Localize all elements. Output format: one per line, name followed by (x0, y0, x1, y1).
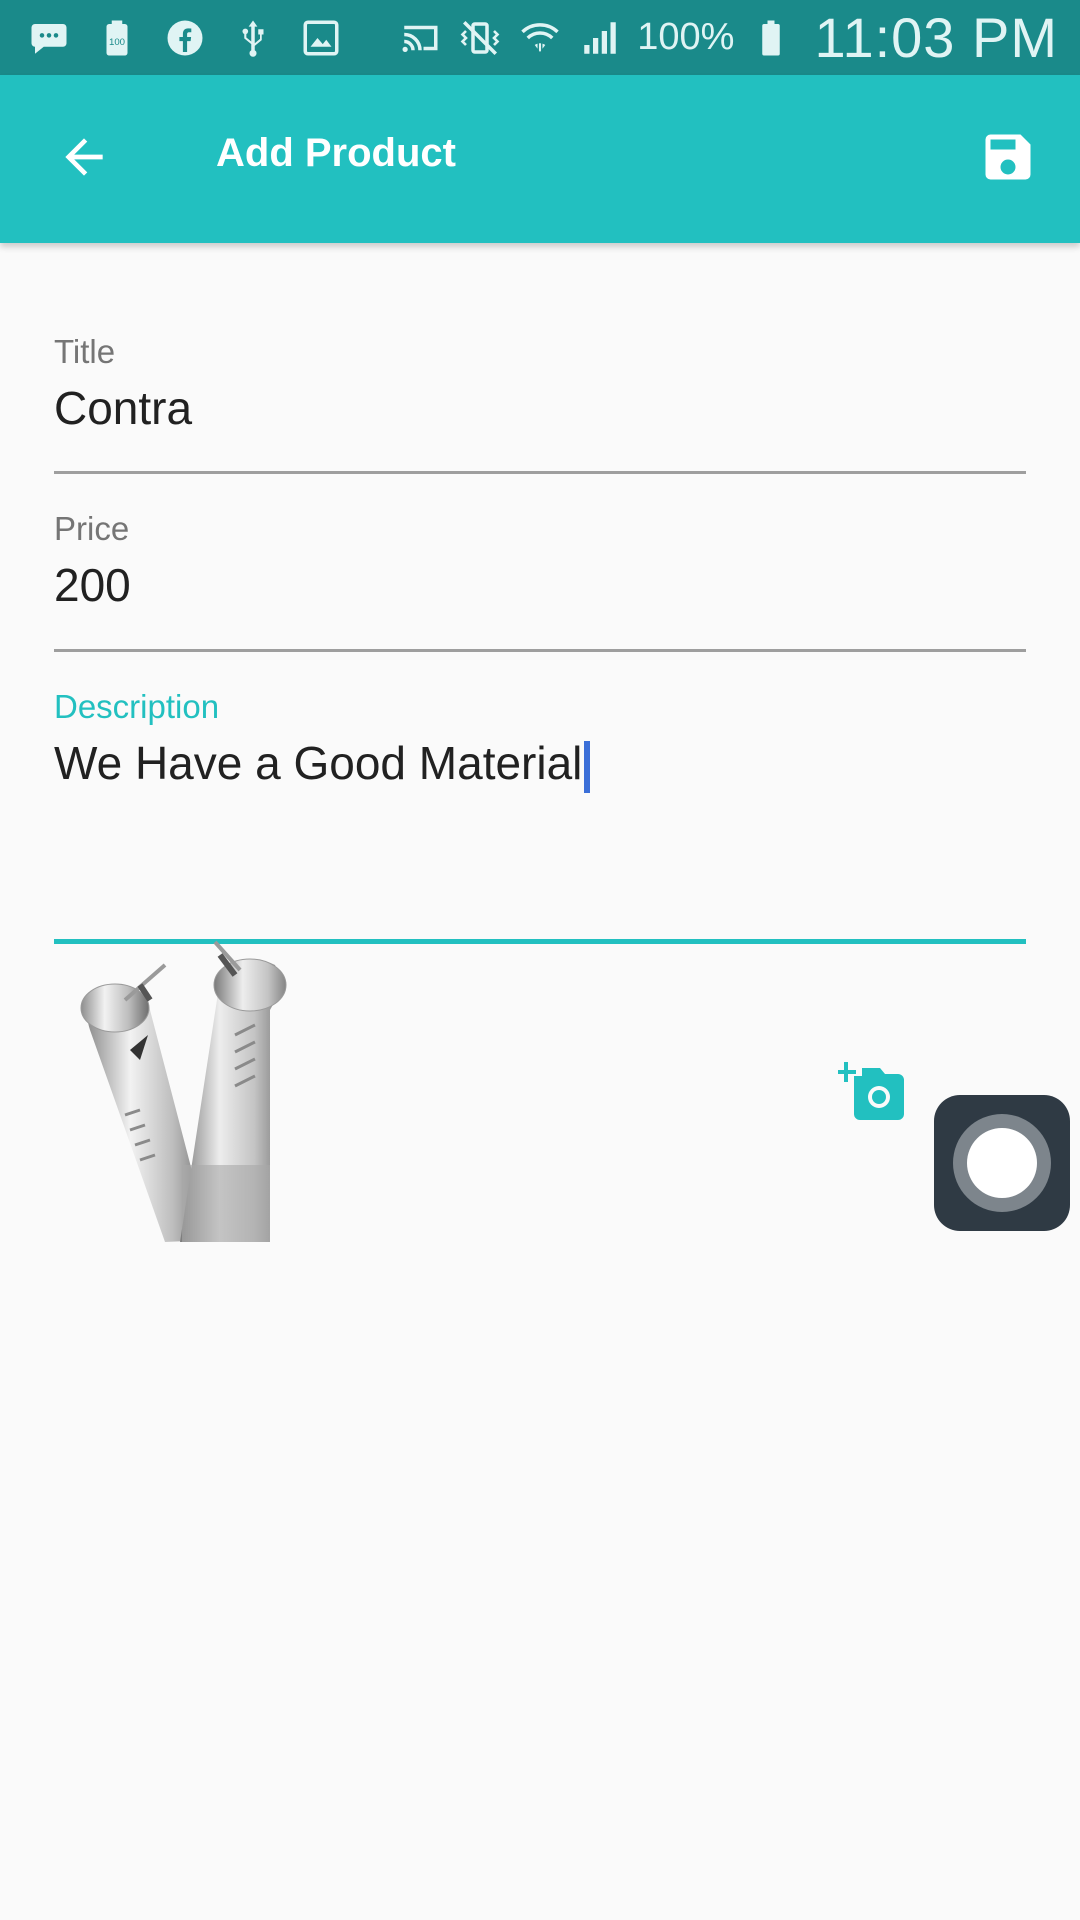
wifi-icon (517, 15, 563, 61)
description-input[interactable]: We Have a Good Material (54, 736, 1026, 793)
facebook-icon (162, 15, 208, 61)
arrow-back-icon (65, 138, 103, 176)
vibrate-off-icon (457, 15, 503, 61)
assistive-touch-inner (967, 1128, 1037, 1198)
battery-percentage: 100% (637, 16, 735, 58)
battery-icon (748, 15, 794, 61)
app-bar: Add Product (0, 75, 1080, 243)
assistive-touch-icon (953, 1114, 1051, 1212)
message-icon (26, 15, 72, 61)
price-label: Price (54, 510, 130, 547)
page-title: Add Product (216, 131, 456, 175)
price-underline (54, 649, 1026, 652)
title-field[interactable]: Title Contra (54, 333, 1026, 475)
description-text: We Have a Good Material (54, 737, 583, 789)
status-clock: 11:03 PM (814, 6, 1058, 69)
cast-icon (397, 15, 443, 61)
description-field[interactable]: Description We Have a Good Material (54, 688, 1026, 948)
save-button[interactable] (976, 125, 1040, 189)
signal-icon (577, 15, 623, 61)
svg-text:100: 100 (109, 37, 125, 48)
usb-icon (230, 15, 276, 61)
add-photo-button[interactable] (838, 1058, 912, 1124)
assistive-touch-button[interactable] (934, 1095, 1070, 1231)
status-bar: 100 100% 11:03 PM (0, 0, 1080, 75)
product-image (70, 940, 340, 1242)
price-field[interactable]: Price 200 (54, 510, 1026, 652)
description-label: Description (54, 688, 220, 725)
price-input[interactable]: 200 (54, 558, 1026, 612)
add-a-photo-icon (838, 1062, 904, 1120)
image-icon (298, 15, 344, 61)
back-button[interactable] (52, 125, 116, 189)
title-input[interactable]: Contra (54, 381, 1026, 435)
text-cursor (584, 740, 591, 793)
title-label: Title (54, 333, 116, 370)
title-underline (54, 471, 1026, 474)
save-icon (985, 134, 1031, 180)
dental-handpiece-image (80, 940, 287, 1242)
battery-saver-icon: 100 (94, 15, 140, 61)
